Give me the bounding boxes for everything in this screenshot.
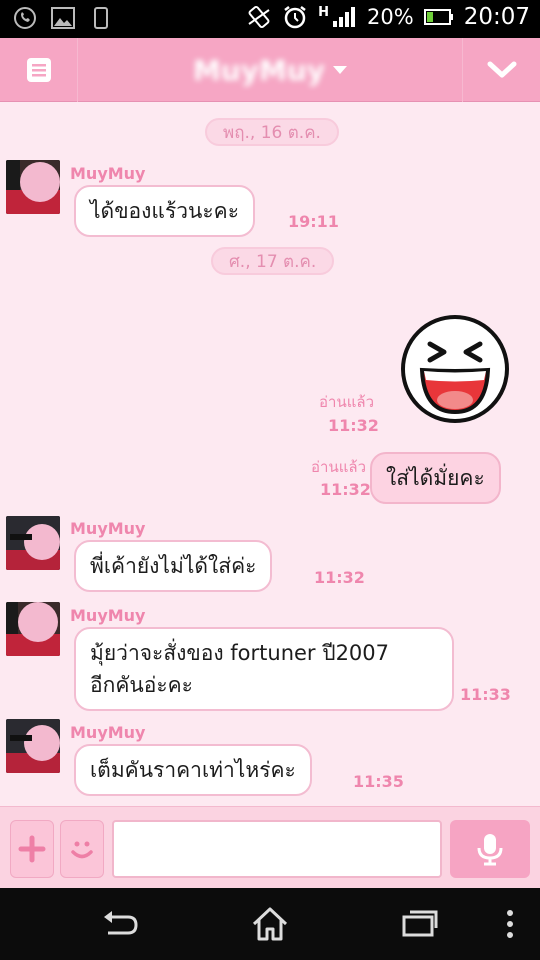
alarm-icon	[282, 4, 308, 30]
voice-button[interactable]	[450, 820, 530, 878]
status-bar: H 20% 20:07	[0, 0, 540, 38]
sender-name: MuyMuy	[70, 606, 146, 625]
chevron-down-icon	[333, 66, 348, 74]
message-input[interactable]	[112, 820, 442, 878]
battery-percent: 20%	[367, 5, 414, 29]
chat-header: MuyMuy	[0, 38, 540, 102]
home-icon	[252, 907, 288, 941]
emoticon-button[interactable]	[60, 820, 104, 878]
smiley-icon	[71, 841, 93, 859]
overflow-menu-button[interactable]	[488, 902, 532, 946]
system-nav-bar	[0, 888, 540, 960]
attach-button[interactable]	[10, 820, 54, 878]
message-bubble[interactable]: มุ้ยว่าจะสั่งของ fortuner ปี2007 อีกคันอ…	[74, 627, 454, 711]
read-receipt: อ่านแล้ว	[311, 458, 366, 476]
message-time: 11:32	[320, 480, 371, 499]
back-icon	[104, 911, 138, 935]
message-bubble[interactable]: เต็มคันราคาเท่าไหร่คะ	[74, 744, 312, 796]
avatar[interactable]	[6, 602, 60, 656]
avatar[interactable]	[6, 160, 60, 214]
date-separator: พฤ., 16 ต.ค.	[205, 118, 339, 146]
date-separator: ศ., 17 ต.ค.	[211, 247, 335, 275]
sender-name: MuyMuy	[70, 519, 146, 538]
phone-icon	[88, 5, 114, 31]
chat-title: MuyMuy	[192, 53, 326, 87]
message-line: อีกคันอ่ะคะ	[90, 673, 193, 697]
sender-name: MuyMuy	[70, 164, 146, 183]
chevron-down-icon	[487, 61, 516, 78]
avatar[interactable]	[6, 516, 60, 570]
network-type: H	[318, 4, 330, 20]
message-bubble[interactable]: ใส่ได้มั่ยคะ	[370, 452, 501, 504]
collapse-button[interactable]	[462, 38, 540, 102]
message-time: 19:11	[288, 212, 339, 231]
recent-apps-icon	[402, 910, 438, 937]
message-time: 11:32	[328, 416, 379, 435]
menu-button[interactable]	[0, 38, 78, 102]
whatsapp-icon	[12, 5, 38, 31]
clock: 20:07	[463, 4, 530, 30]
chat-title-button[interactable]: MuyMuy	[78, 38, 462, 102]
battery-icon	[423, 4, 454, 30]
message-time: 11:33	[460, 685, 511, 704]
message-bubble[interactable]: พี่เค้ายังไม่ได้ใส่ค่ะ	[74, 540, 273, 592]
sender-name: MuyMuy	[70, 723, 146, 742]
gallery-icon	[50, 5, 76, 31]
message-line: มุ้ยว่าจะสั่งของ fortuner ปี2007	[90, 641, 390, 665]
read-receipt: อ่านแล้ว	[319, 393, 374, 411]
message-time: 11:32	[314, 568, 365, 587]
message-bubble[interactable]: ได้ของแร้วนะคะ	[74, 185, 255, 237]
message-time: 11:35	[353, 772, 404, 791]
signal-icon	[331, 4, 357, 30]
avatar[interactable]	[6, 719, 60, 773]
message-input-bar	[0, 806, 540, 888]
menu-icon	[26, 58, 51, 82]
vibrate-icon	[246, 4, 272, 30]
back-button[interactable]	[98, 902, 142, 946]
laughing-face-sticker[interactable]	[400, 314, 510, 424]
home-button[interactable]	[248, 902, 292, 946]
plus-icon	[18, 835, 46, 863]
more-vertical-icon	[507, 910, 513, 938]
chat-area[interactable]: พฤ., 16 ต.ค. MuyMuy ได้ของแร้วนะคะ 19:11…	[0, 102, 540, 806]
recent-apps-button[interactable]	[398, 902, 442, 946]
microphone-icon	[477, 834, 503, 866]
